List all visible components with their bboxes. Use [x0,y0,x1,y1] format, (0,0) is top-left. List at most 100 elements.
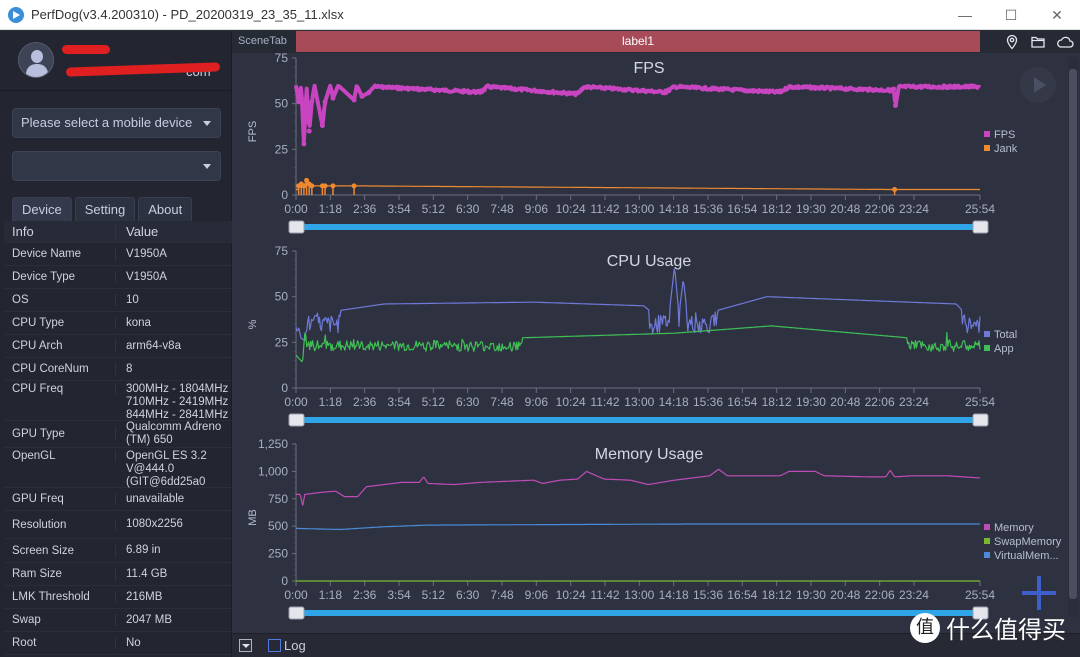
maximize-button[interactable]: ☐ [988,0,1034,30]
row-key: CPU Freq [4,383,116,395]
legend-swatch-virtualmemory [984,552,990,558]
y-tick-label: 50 [275,97,289,111]
data-point-jank [322,183,328,189]
data-point-fps [777,88,783,94]
series-line-app [295,325,981,363]
scene-label[interactable]: label1 [296,31,980,52]
data-point-fps [330,95,336,101]
x-tick-label: 19:30 [796,202,826,216]
y-tick-label: 250 [268,547,288,561]
data-point-jank [892,187,898,193]
chart-title: FPS [633,60,664,77]
log-checkbox[interactable] [268,639,281,652]
folder-icon[interactable] [1030,34,1046,50]
row-value: arm64-v8a [126,339,181,352]
legend-label: VirtualMem... [994,550,1059,562]
x-tick-label: 22:06 [865,202,895,216]
row-key: CPU CoreNum [4,363,116,375]
table-row: CPU Freq 300MHz - 1804MHz 710MHz - 2419MH… [4,381,232,421]
tab-about[interactable]: About [138,197,193,221]
row-value: 300MHz - 1804MHz 710MHz - 2419MHz 844MHz… [126,383,229,421]
tab-setting[interactable]: Setting [74,197,136,221]
expand-log-button[interactable] [239,639,252,652]
row-value: 2047 MB [126,613,173,626]
table-row: Root No [4,632,232,655]
avatar[interactable] [18,42,54,78]
add-button[interactable] [1022,576,1056,610]
x-tick-label: 23:24 [899,395,929,409]
data-point-fps [322,99,328,105]
range-slider-handle-right[interactable] [972,413,989,427]
row-value: No [126,636,141,649]
vertical-scrollbar[interactable] [1068,57,1078,617]
x-tick-label: 16:54 [727,588,757,602]
row-key: LMK Threshold [4,591,116,603]
location-icon[interactable] [1004,34,1020,50]
x-tick-label: 3:54 [387,395,411,409]
y-tick-label: 0 [281,188,288,202]
x-tick-label: 25:54 [965,588,995,602]
row-key: Device Name [4,248,116,260]
series-line-fps [294,83,982,144]
legend-label: FPS [994,129,1015,141]
row-value: 216MB [126,590,163,603]
x-tick-label: 14:18 [659,588,689,602]
charts-area: FPS FPS 0 25 50 75 0:00 1:18 2:36 3:54 5:12 6:30 7:4… [247,53,1062,620]
app-select[interactable] [12,151,221,181]
data-point-fps [366,90,372,96]
x-tick-label: 18:12 [762,202,792,216]
range-slider-handle-left[interactable] [288,413,305,427]
cloud-icon[interactable] [1056,34,1074,50]
title-bar: PerfDog(v3.4.200310) - PD_20200319_23_35… [0,0,1080,30]
row-key: Screen Size [4,544,116,557]
tab-device[interactable]: Device [12,197,72,221]
close-button[interactable]: ✕ [1034,0,1080,30]
x-tick-label: 15:36 [693,588,723,602]
table-row: LMK Threshold 216MB [4,586,232,609]
x-tick-label: 9:06 [525,588,549,602]
range-slider-track [304,417,980,423]
range-slider-handle-left[interactable] [288,220,305,234]
chart-1: CPU Usage% 0 25 50 75 0:00 1:18 2:36 3:54 5:12 6:3… [247,244,1017,427]
watermark-text: 什么值得买 [946,616,1066,644]
x-tick-label: 10:24 [556,395,586,409]
x-tick-label: 6:30 [456,588,480,602]
table-row: Device Name V1950A [4,243,232,266]
y-tick-label: 25 [275,335,289,349]
row-key: Device Type [4,271,116,283]
x-tick-label: 9:06 [525,395,549,409]
x-tick-label: 11:42 [590,202,619,216]
x-tick-label: 13:00 [624,202,654,216]
data-point-fps [663,88,669,94]
x-tick-label: 10:24 [556,588,586,602]
x-tick-label: 23:24 [899,588,929,602]
scene-tab[interactable]: SceneTab [238,35,287,47]
x-tick-label: 11:42 [590,588,619,602]
legend-label: App [994,343,1014,355]
data-point-fps [351,97,357,103]
window-title: PerfDog(v3.4.200310) - PD_20200319_23_35… [31,7,344,22]
scrollbar-thumb[interactable] [1069,69,1077,599]
x-tick-label: 10:24 [556,202,586,216]
device-select[interactable]: Please select a mobile device [12,108,221,138]
row-value: 6.89 in [126,544,161,556]
play-button[interactable] [1020,67,1056,103]
range-slider-handle-right[interactable] [972,220,989,234]
row-value: V1950A [126,270,167,283]
row-key: GPU Type [4,428,116,440]
row-value: 11.4 GB [126,567,168,580]
x-tick-label: 22:06 [865,395,895,409]
row-key: Swap [4,614,116,626]
x-tick-label: 6:30 [456,202,480,216]
range-slider-handle-left[interactable] [288,606,305,620]
table-row: CPU Arch arm64-v8a [4,335,232,358]
row-value: OpenGL ES 3.2 V@444.0 (GIT@6dd25a0 [126,450,207,488]
table-row: Screen Size 6.89 in [4,539,232,563]
minimize-button[interactable]: — [942,0,988,30]
avatar-head-icon [31,50,43,63]
chart-2: Memory Usage MB 0 250 500 750 1,000 1,250 0:00 1:… [247,437,1062,620]
table-row: Resolution 1080x2256 [4,511,232,539]
row-key: Ram Size [4,568,116,580]
x-tick-label: 3:54 [387,202,411,216]
x-tick-label: 0:00 [284,395,308,409]
